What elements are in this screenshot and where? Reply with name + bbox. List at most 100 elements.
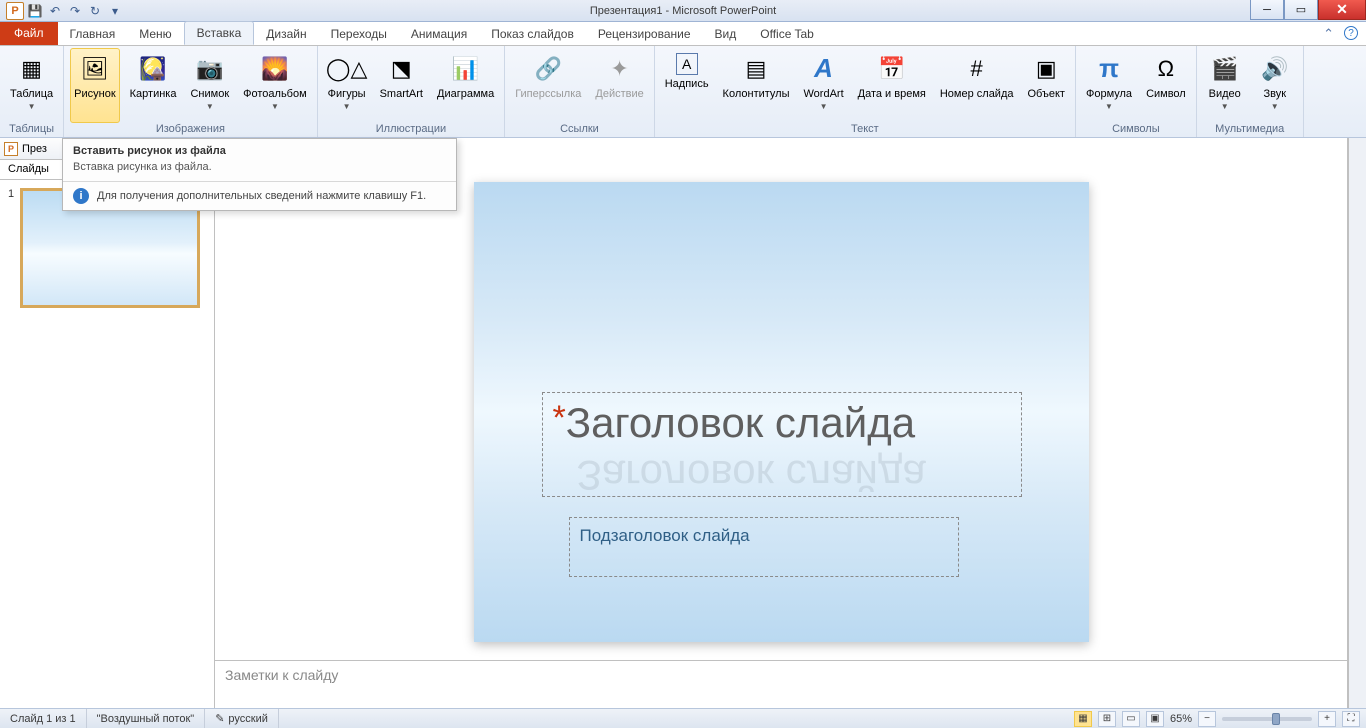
group-Текст: AНадпись▤КолонтитулыAWordArt▼📅Дата и вре… (655, 46, 1076, 137)
screenshot-icon: 📷 (194, 53, 226, 85)
undo-icon[interactable]: ↶ (46, 2, 64, 20)
minimize-button[interactable]: ─ (1250, 0, 1284, 20)
fit-button[interactable]: ⛶ (1342, 711, 1360, 727)
zoom-slider[interactable] (1222, 717, 1312, 721)
equation-icon: π (1093, 53, 1125, 85)
table-icon: ▦ (16, 53, 48, 85)
object-button[interactable]: ▣Объект (1024, 48, 1069, 123)
qat-dropdown-icon[interactable]: ▾ (106, 2, 124, 20)
chart-icon: 📊 (450, 53, 482, 85)
help-icon[interactable]: ? (1344, 26, 1358, 40)
file-tab[interactable]: Файл (0, 22, 58, 45)
chevron-down-icon: ▼ (1105, 102, 1113, 111)
clipart-icon: 🎑 (137, 53, 169, 85)
album-button[interactable]: 🌄Фотоальбом▼ (239, 48, 311, 123)
smartart-icon: ⬔ (385, 53, 417, 85)
chevron-down-icon: ▼ (1221, 102, 1229, 111)
tab-review[interactable]: Рецензирование (586, 23, 703, 45)
tab-home[interactable]: Главная (58, 23, 128, 45)
tab-officetab[interactable]: Office Tab (748, 23, 826, 45)
chevron-down-icon: ▼ (343, 102, 351, 111)
audio-label: Звук (1263, 88, 1286, 101)
normal-view-button[interactable]: ▦ (1074, 711, 1092, 727)
group-label: Символы (1082, 123, 1190, 137)
maximize-button[interactable]: ▭ (1284, 0, 1318, 20)
slide-area[interactable]: *Заголовок слайда Заголовок слайда Подза… (215, 138, 1347, 660)
slidenumber-label: Номер слайда (940, 88, 1014, 101)
chevron-down-icon: ▼ (820, 102, 828, 111)
zoom-handle[interactable] (1272, 713, 1280, 725)
group-label: Изображения (70, 123, 311, 137)
textbox-label: Надпись (665, 78, 709, 91)
smartart-label: SmartArt (380, 88, 423, 101)
equation-button[interactable]: πФормула▼ (1082, 48, 1136, 123)
ribbon-tabs: Файл Главная Меню Вставка Дизайн Переход… (0, 22, 1366, 46)
group-Мультимедиа: 🎬Видео▼🔊Звук▼Мультимедиа (1197, 46, 1304, 137)
clipart-button[interactable]: 🎑Картинка (126, 48, 181, 123)
close-button[interactable]: ✕ (1318, 0, 1366, 20)
shapes-icon: ◯△ (331, 53, 363, 85)
status-theme: "Воздушный поток" (87, 709, 206, 728)
wordart-button[interactable]: AWordArt▼ (800, 48, 848, 123)
group-Таблицы: ▦Таблица▼Таблицы (0, 46, 64, 137)
tab-menu[interactable]: Меню (127, 23, 183, 45)
table-button[interactable]: ▦Таблица▼ (6, 48, 57, 123)
slidenumber-button[interactable]: #Номер слайда (936, 48, 1018, 123)
symbol-button[interactable]: ΩСимвол (1142, 48, 1190, 123)
tab-animation[interactable]: Анимация (399, 23, 479, 45)
slides-panel: P През Слайды 1 (0, 138, 215, 708)
title-reflection: Заголовок слайда (577, 451, 926, 499)
tab-slideshow[interactable]: Показ слайдов (479, 23, 586, 45)
chart-button[interactable]: 📊Диаграмма (433, 48, 498, 123)
subtitle-placeholder[interactable]: Подзаголовок слайда (569, 517, 959, 577)
smartart-button[interactable]: ⬔ SmartArt (376, 48, 427, 123)
doc-icon: P (4, 142, 18, 156)
group-Ссылки: 🔗Гиперссылка✦ДействиеСсылки (505, 46, 655, 137)
tab-view[interactable]: Вид (703, 23, 749, 45)
title-placeholder[interactable]: *Заголовок слайда Заголовок слайда (542, 392, 1022, 497)
refresh-icon[interactable]: ↻ (86, 2, 104, 20)
textbox-button[interactable]: AНадпись (661, 48, 713, 123)
tab-design[interactable]: Дизайн (254, 23, 318, 45)
video-label: Видео (1209, 88, 1241, 101)
hyperlink-icon: 🔗 (532, 53, 564, 85)
screenshot-button[interactable]: 📷Снимок▼ (186, 48, 233, 123)
picture-button[interactable]: 🖼Рисунок (70, 48, 120, 123)
vertical-scrollbar[interactable] (1348, 138, 1366, 708)
title-bar: P 💾 ↶ ↷ ↻ ▾ Презентация1 - Microsoft Pow… (0, 0, 1366, 22)
spellcheck-icon: ✎ (215, 712, 224, 725)
slideshow-view-button[interactable]: ▣ (1146, 711, 1164, 727)
tab-insert[interactable]: Вставка (184, 21, 255, 45)
sorter-view-button[interactable]: ⊞ (1098, 711, 1116, 727)
shapes-button[interactable]: ◯△ Фигуры▼ (324, 48, 370, 123)
headerfooter-button[interactable]: ▤Колонтитулы (719, 48, 794, 123)
datetime-button[interactable]: 📅Дата и время (854, 48, 930, 123)
zoom-in-button[interactable]: + (1318, 711, 1336, 727)
quick-access-toolbar: P 💾 ↶ ↷ ↻ ▾ (0, 2, 124, 20)
group-label: Мультимедиа (1203, 123, 1297, 137)
chevron-down-icon: ▼ (28, 102, 36, 111)
video-button[interactable]: 🎬Видео▼ (1203, 48, 1247, 123)
save-icon[interactable]: 💾 (26, 2, 44, 20)
action-icon: ✦ (604, 53, 636, 85)
action-label: Действие (595, 88, 643, 101)
reading-view-button[interactable]: ▭ (1122, 711, 1140, 727)
thumbnails: 1 (0, 180, 214, 708)
zoom-out-button[interactable]: − (1198, 711, 1216, 727)
tooltip: Вставить рисунок из файла Вставка рисунк… (62, 138, 457, 211)
title-text: Заголовок слайда (566, 399, 915, 446)
shapes-label: Фигуры (328, 88, 366, 101)
slide[interactable]: *Заголовок слайда Заголовок слайда Подза… (474, 182, 1089, 642)
tab-transitions[interactable]: Переходы (319, 23, 399, 45)
app-icon[interactable]: P (6, 2, 24, 20)
picture-label: Рисунок (74, 88, 116, 101)
symbol-label: Символ (1146, 88, 1186, 101)
minimize-ribbon-icon[interactable]: ⌃ (1323, 26, 1334, 42)
tooltip-footer: i Для получения дополнительных сведений … (63, 181, 456, 210)
audio-button[interactable]: 🔊Звук▼ (1253, 48, 1297, 123)
window-title: Презентация1 - Microsoft PowerPoint (590, 5, 776, 17)
status-language[interactable]: ✎ русский (205, 709, 279, 728)
notes-pane[interactable]: Заметки к слайду (215, 660, 1347, 708)
redo-icon[interactable]: ↷ (66, 2, 84, 20)
subtitle-text: Подзаголовок слайда (580, 526, 750, 545)
